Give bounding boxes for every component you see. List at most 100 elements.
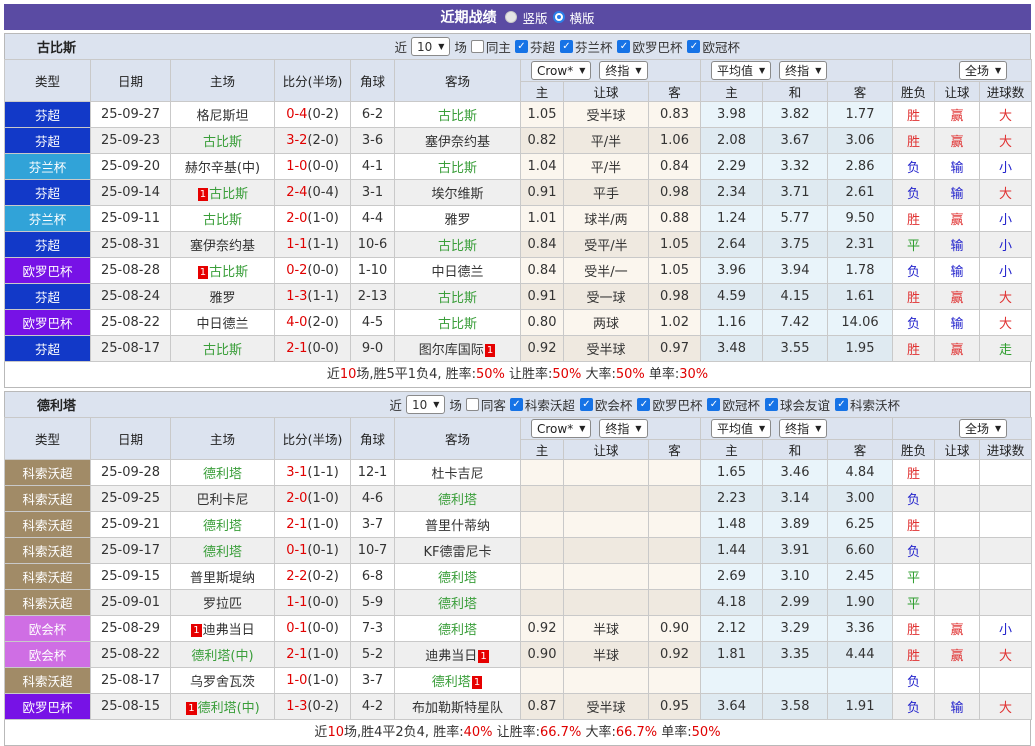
- league-filter-checkbox[interactable]: ✓ 科索沃杯: [834, 395, 900, 414]
- same-venue-checkbox[interactable]: 同客: [465, 395, 506, 414]
- subheader-avg-home: 主: [700, 81, 763, 102]
- league-filter-checkbox[interactable]: ✓ 欧罗巴杯: [637, 395, 702, 414]
- result-win-draw-loss: 负: [892, 485, 936, 512]
- away-team: 古比斯: [394, 309, 521, 336]
- handicap-away-odds: [648, 459, 701, 486]
- chevron-down-icon: ▼: [579, 66, 586, 75]
- result-handicap: 输: [934, 309, 981, 336]
- fulltime-score: 2-1: [286, 341, 308, 356]
- avg-away-odds: 1.91: [826, 693, 894, 720]
- avg-home-odds: 1.16: [700, 309, 763, 336]
- league-filter-checkbox[interactable]: ✓ 欧冠杯: [687, 37, 740, 56]
- average-final-odds-select[interactable]: 终指 ▼: [779, 61, 828, 80]
- handicap-line: 受半球: [563, 335, 649, 362]
- league-filter-checkbox[interactable]: ✓ 欧会杯: [579, 395, 632, 414]
- home-team-name: 赫尔辛基(中): [184, 161, 261, 176]
- result-handicap: [934, 485, 981, 512]
- league-filter-checkbox[interactable]: ✓ 科索沃超: [509, 395, 575, 414]
- matches-count-select[interactable]: 10 ▼: [405, 395, 446, 414]
- result-goals: [979, 459, 1033, 486]
- subheader-result: 胜负: [892, 439, 936, 460]
- checkbox-checked-icon: ✓: [617, 40, 631, 53]
- subheader-let-line: 让球: [563, 81, 649, 102]
- away-team: 古比斯: [394, 153, 521, 180]
- league-filter-checkbox[interactable]: ✓ 欧冠杯: [707, 395, 760, 414]
- handicap-line: 受一球: [563, 283, 649, 310]
- average-odds-select[interactable]: 平均值 ▼: [711, 61, 772, 80]
- league-filter-checkbox[interactable]: ✓ 芬兰杯: [559, 37, 612, 56]
- avg-away-odds: 6.25: [826, 511, 894, 538]
- header-type: 类型: [4, 417, 91, 460]
- match-date: 25-09-17: [90, 537, 171, 564]
- handicap-away-odds: 0.88: [648, 205, 701, 232]
- halftime-score: (0-1): [307, 543, 339, 558]
- same-venue-checkbox[interactable]: 同主: [470, 37, 511, 56]
- away-team: 迪弗当日 1: [394, 641, 521, 668]
- halftime-score: (1-0): [307, 211, 339, 226]
- away-team-name: 古比斯: [437, 161, 477, 176]
- avg-away-odds: 2.86: [826, 153, 894, 180]
- result-win-draw-loss: 负: [892, 153, 936, 180]
- match-row: 科索沃超 25-09-17 德利塔 0-1(0-1) 10-7 KF德雷尼卡 1…: [4, 537, 1033, 564]
- handicap-away-odds: 0.98: [648, 283, 701, 310]
- away-team: 德利塔: [394, 589, 521, 616]
- result-goals: 小: [979, 615, 1033, 642]
- vertical-layout-radio-label[interactable]: 竖版: [522, 8, 547, 27]
- avg-home-odds: 3.98: [700, 101, 763, 128]
- vertical-layout-radio-icon[interactable]: [505, 11, 518, 23]
- away-team-name: 图尔库国际: [418, 343, 484, 358]
- match-row: 欧罗巴杯 25-08-22 中日德兰 4-0(2-0) 4-5 古比斯 0.80…: [4, 309, 1033, 336]
- scope-select[interactable]: 全场 ▼: [958, 419, 1008, 438]
- match-row: 欧会杯 25-08-22 德利塔(中) 2-1(1-0) 5-2 迪弗当日 1 0…: [4, 641, 1033, 668]
- away-team: 德利塔: [394, 563, 521, 590]
- score: 1-3(1-1): [274, 283, 351, 310]
- avg-draw-odds: 3.29: [762, 615, 828, 642]
- handicap-away-odds: 0.92: [648, 641, 701, 668]
- handicap-home-odds: [520, 589, 564, 616]
- league-filter-checkbox[interactable]: ✓ 芬超: [514, 37, 555, 56]
- average-odds-select[interactable]: 平均值 ▼: [711, 419, 772, 438]
- horizontal-layout-radio-label[interactable]: 横版: [570, 8, 595, 27]
- handicap-final-odds-select[interactable]: 终指 ▼: [599, 419, 648, 438]
- avg-away-odds: 1.77: [826, 101, 894, 128]
- match-row: 芬超 25-09-27 格尼斯坦 0-4(0-2) 6-2 古比斯 1.05 受…: [4, 101, 1033, 128]
- summary-text: 近: [314, 725, 328, 740]
- halftime-score: (0-0): [307, 595, 339, 610]
- match-row: 科索沃超 25-09-01 罗拉匹 1-1(0-0) 5-9 德利塔 4.18 …: [4, 589, 1033, 616]
- result-goals: 小: [979, 205, 1033, 232]
- odds-company-select[interactable]: Crow* ▼: [531, 419, 592, 438]
- handicap-line: 受半球: [563, 693, 649, 720]
- odds-company-select[interactable]: Crow* ▼: [531, 61, 592, 80]
- home-team: 古比斯: [170, 205, 275, 232]
- horizontal-layout-radio-icon[interactable]: [552, 11, 565, 23]
- filter-controls: 近 10 ▼ 场 同主 ✓ 芬超 ✓ 芬兰杯 ✓ 欧罗巴杯 ✓ 欧冠杯: [394, 37, 740, 56]
- scope-select[interactable]: 全场 ▼: [958, 61, 1008, 80]
- avg-home-odds: 2.34: [700, 179, 763, 206]
- result-win-draw-loss: 胜: [892, 511, 936, 538]
- fulltime-score: 4-0: [286, 315, 308, 330]
- match-row: 芬超 25-08-31 塞伊奈约基 1-1(1-1) 10-6 古比斯 0.84…: [4, 231, 1033, 258]
- corner-score: 3-7: [350, 667, 395, 694]
- league-badge: 科索沃超: [4, 589, 91, 616]
- avg-home-odds: 3.48: [700, 335, 763, 362]
- handicap-away-odds: [648, 537, 701, 564]
- result-goals: 大: [979, 693, 1033, 720]
- team-name-header: 德利塔: [37, 399, 77, 414]
- average-final-odds-select[interactable]: 终指 ▼: [779, 419, 828, 438]
- league-filter-checkbox[interactable]: ✓ 球会友谊: [764, 395, 830, 414]
- result-goals: 小: [979, 231, 1033, 258]
- halftime-score: (0-0): [307, 263, 339, 278]
- league-badge: 欧会杯: [4, 641, 91, 668]
- subheader-avg-home: 主: [700, 439, 763, 460]
- handicap-final-odds-select[interactable]: 终指 ▼: [599, 61, 648, 80]
- result-handicap: 输: [934, 257, 981, 284]
- home-team-name: 格尼斯坦: [196, 109, 249, 124]
- league-filter-checkbox[interactable]: ✓ 欧罗巴杯: [617, 37, 682, 56]
- handicap-away-odds: 1.05: [648, 231, 701, 258]
- matches-count-select[interactable]: 10 ▼: [410, 37, 451, 56]
- match-date: 25-09-25: [90, 485, 171, 512]
- result-handicap: [934, 537, 981, 564]
- checkbox-checked-icon: ✓: [687, 40, 701, 53]
- summary-text: 50%: [691, 725, 721, 740]
- avg-away-odds: 9.50: [826, 205, 894, 232]
